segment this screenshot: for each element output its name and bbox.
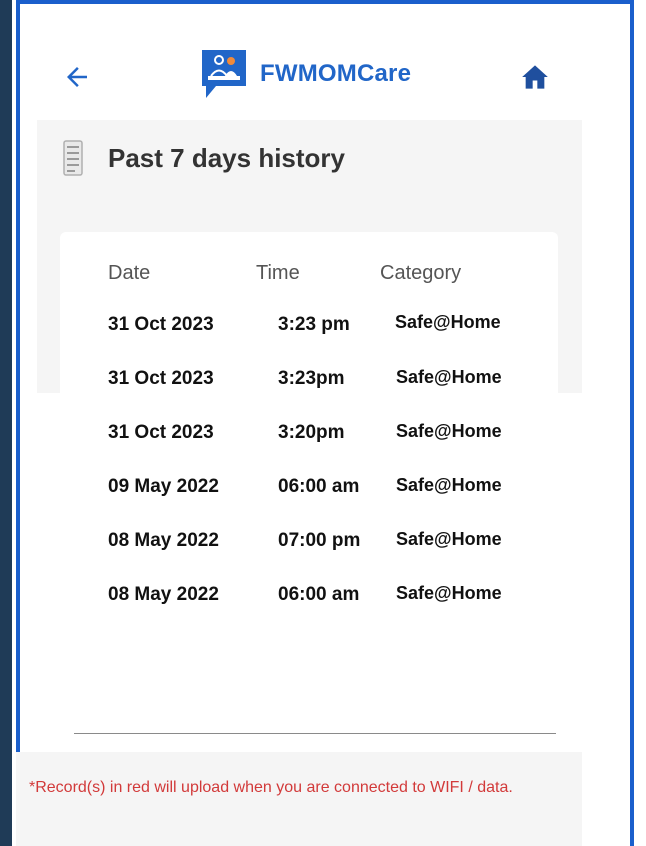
table-row-time: 3:23 pm [278,314,350,335]
table-row-category: Safe@Home [396,421,502,441]
category-column-header: Category [380,262,462,284]
table-row-date: 31 Oct 2023 [108,368,214,389]
table-row-date: 31 Oct 2023 [108,314,214,335]
document-icon [63,140,83,176]
time-column-header: Time [256,262,300,284]
table-row-category: Safe@Home [396,583,502,603]
footer-note-box [16,752,582,846]
page-title: Past 7 days history [108,143,345,173]
arrow-left-icon[interactable] [62,62,92,92]
table-row-category: Safe@Home [396,529,502,549]
table-row-date: 31 Oct 2023 [108,422,214,443]
table-row-category: Safe@Home [395,312,501,332]
table-row-time: 07:00 pm [278,530,361,551]
app-screen: FWMOMCare Past 7 days history Date Time … [0,0,646,846]
table-row-time: 3:20pm [278,422,345,443]
home-icon[interactable] [521,64,549,90]
fwmomcare-logo-icon [202,50,246,98]
upload-note: *Record(s) in red will upload when you a… [29,779,513,796]
table-row-time: 06:00 am [278,584,360,605]
table-row-time: 06:00 am [278,476,360,497]
app-title: FWMOMCare [260,60,412,87]
left-edge-strip [0,0,12,846]
table-row-category: Safe@Home [396,475,502,495]
table-row-date: 08 May 2022 [108,530,219,551]
table-row-date: 09 May 2022 [108,476,219,497]
table-row-date: 08 May 2022 [108,584,219,605]
table-row-time: 3:23pm [278,368,345,389]
table-row-category: Safe@Home [396,367,502,387]
date-column-header: Date [108,262,151,284]
divider [74,733,556,734]
